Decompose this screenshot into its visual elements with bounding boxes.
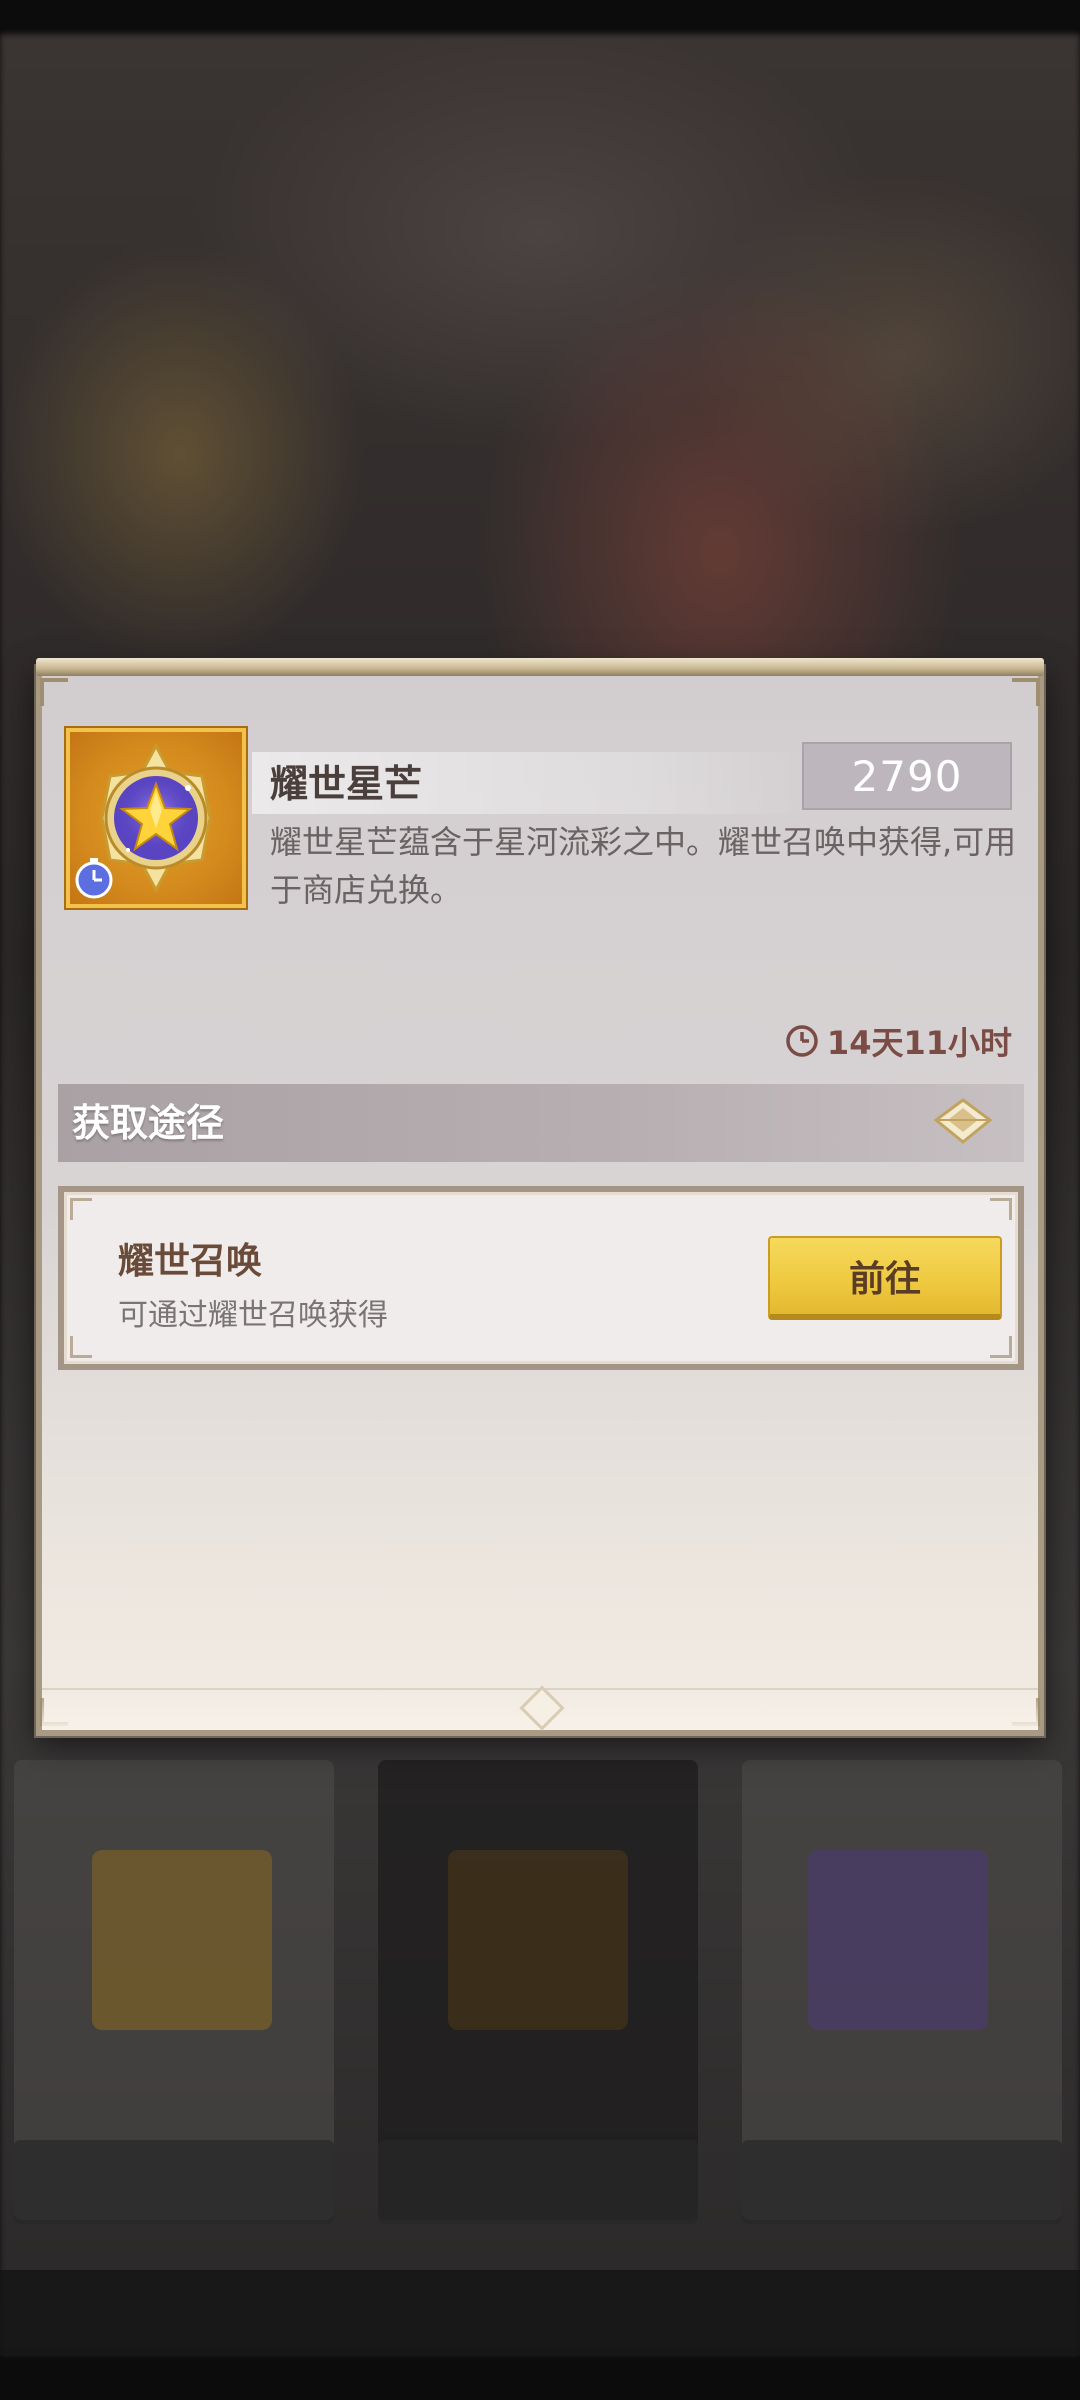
clock-icon: [785, 1024, 819, 1058]
item-count: 2790: [802, 742, 1012, 810]
modal-top-frame: [36, 658, 1044, 676]
background-item-icon: [808, 1850, 988, 2030]
background-bar: [378, 2140, 698, 2224]
item-description: 耀世星芒蕴含于星河流彩之中。耀世召唤中获得,可用于商店兑换。: [270, 823, 1017, 909]
goto-button[interactable]: 前往: [768, 1236, 1002, 1320]
item-name: 耀世星芒: [270, 762, 423, 806]
card-corner: [70, 1336, 92, 1358]
source-description: 可通过耀世召唤获得: [118, 1298, 388, 1333]
background-bar: [742, 2140, 1062, 2224]
expiry-timer: 14天11小时: [785, 1018, 1012, 1064]
card-corner: [990, 1336, 1012, 1358]
frame-corner: [40, 678, 68, 706]
card-corner: [70, 1198, 92, 1220]
expiry-text: 14天11小时: [826, 1024, 1012, 1062]
background-bar: [14, 2140, 334, 2224]
acquire-section-header: 获取途径: [58, 1084, 1024, 1162]
item-detail-modal: 耀世星芒 2790 耀世星芒蕴含于星河流彩之中。耀世召唤中获得,可用于商店兑换。…: [36, 658, 1044, 1736]
background-bottom-bar: [0, 2270, 1080, 2354]
frame-corner: [1012, 678, 1040, 706]
source-title: 耀世召唤: [118, 1241, 263, 1282]
source-card-summon: 耀世召唤 可通过耀世召唤获得 前往: [58, 1186, 1024, 1370]
background-item-icon: [92, 1850, 272, 2030]
star-medal-icon: [66, 728, 246, 908]
diamond-ornament-icon: [932, 1098, 994, 1150]
section-title: 获取途径: [72, 1101, 225, 1145]
card-corner: [990, 1198, 1012, 1220]
background-item-icon: [448, 1850, 628, 2030]
